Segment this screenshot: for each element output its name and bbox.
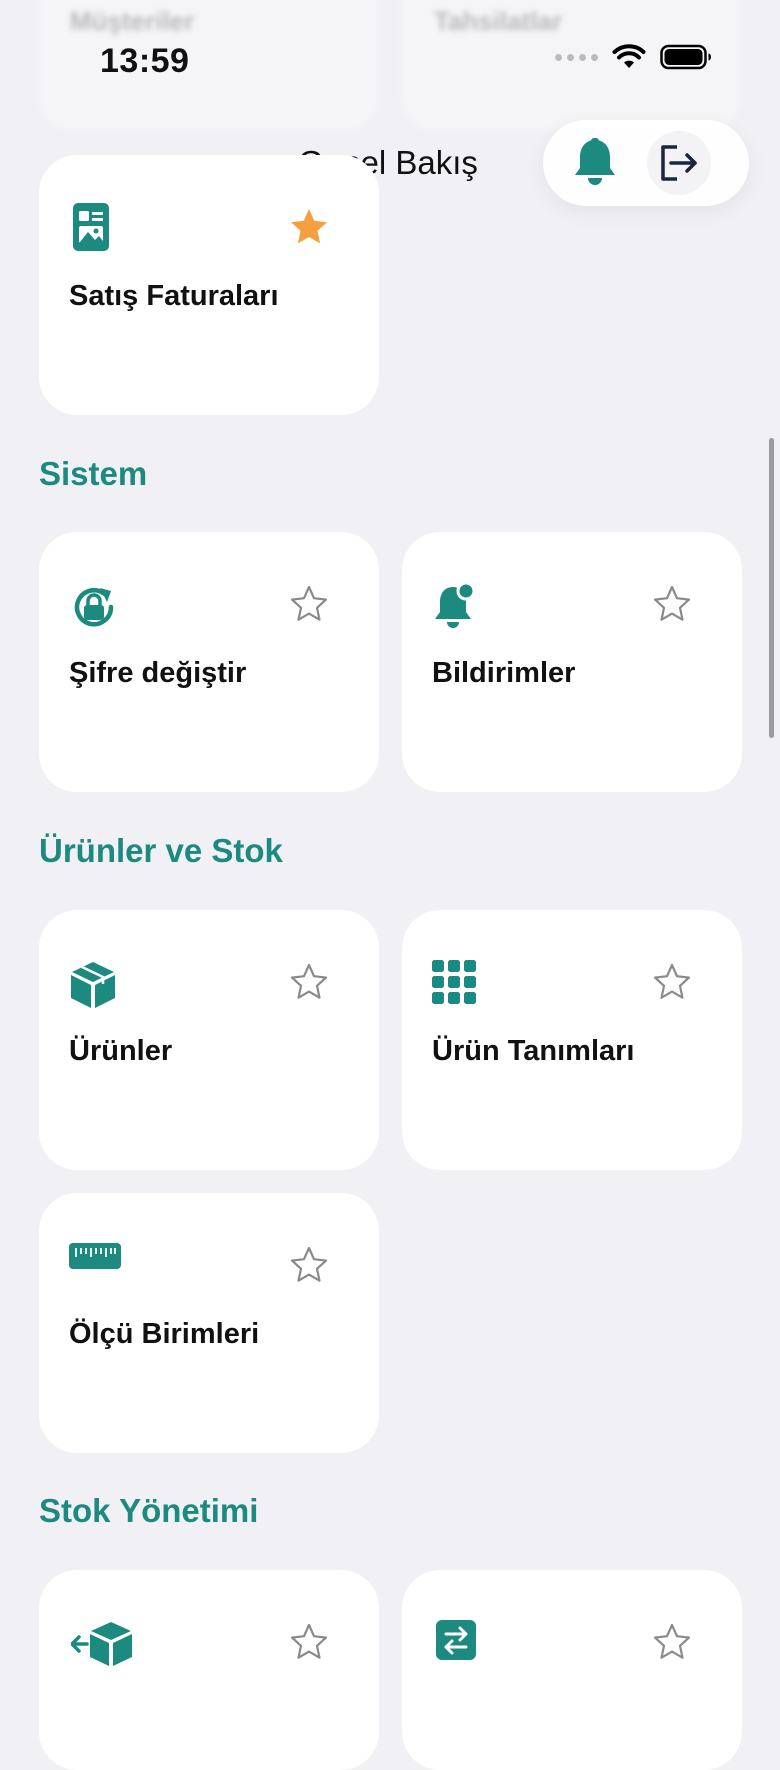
star-outline-icon[interactable]: [652, 1622, 692, 1662]
wifi-icon: [612, 44, 646, 68]
cellular-signal-icon: [555, 53, 598, 61]
transfer-icon: [436, 1620, 476, 1660]
card-label: Bildirimler: [432, 657, 576, 689]
invoice-image-icon: [73, 203, 109, 251]
logout-button[interactable]: [647, 131, 711, 195]
card-product-definitions[interactable]: Ürün Tanımları: [402, 910, 742, 1170]
star-outline-icon[interactable]: [652, 584, 692, 624]
box-return-icon: [71, 1622, 132, 1666]
card-sales-invoices[interactable]: Satış Faturaları: [39, 155, 379, 415]
notifications-button[interactable]: [563, 131, 627, 195]
card-label: Şifre değiştir: [69, 657, 247, 689]
card-units-of-measure[interactable]: Ölçü Birimleri: [39, 1193, 379, 1453]
bell-icon: [575, 138, 615, 185]
card-stock-transfer[interactable]: [402, 1570, 742, 1770]
card-label: Ölçü Birimleri: [69, 1318, 260, 1350]
status-time: 13:59: [100, 42, 190, 80]
card-products[interactable]: Ürünler: [39, 910, 379, 1170]
ghost-card-left: [39, 0, 379, 130]
card-label: Ürünler: [69, 1035, 173, 1067]
ghost-label-customers: Müşteriler: [70, 6, 195, 36]
favorite-star-icon[interactable]: [289, 207, 329, 247]
scrollbar[interactable]: [769, 438, 774, 738]
box-icon: [71, 962, 115, 1008]
status-icons: [555, 44, 712, 70]
logout-icon: [661, 145, 697, 181]
star-outline-icon[interactable]: [289, 584, 329, 624]
ghost-label-collections: Tahsilatlar: [434, 6, 563, 36]
ruler-icon: [69, 1243, 121, 1269]
card-stock-return[interactable]: [39, 1570, 379, 1770]
notification-bell-icon: [435, 582, 476, 628]
section-title-system: Sistem: [39, 455, 148, 492]
section-title-stock-management: Stok Yönetimi: [39, 1492, 259, 1529]
star-outline-icon[interactable]: [289, 962, 329, 1002]
card-label: Ürün Tanımları: [432, 1035, 635, 1067]
star-outline-icon[interactable]: [289, 1622, 329, 1662]
grid-icon: [432, 960, 476, 1004]
card-notifications[interactable]: Bildirimler: [402, 532, 742, 792]
battery-icon: [660, 44, 711, 70]
star-outline-icon[interactable]: [652, 962, 692, 1002]
header-actions: [543, 120, 749, 206]
section-title-products-stock: Ürünler ve Stok: [39, 832, 283, 869]
card-label: Satış Faturaları: [69, 280, 279, 312]
lock-reset-icon: [74, 588, 114, 627]
star-outline-icon[interactable]: [289, 1245, 329, 1285]
card-change-password[interactable]: Şifre değiştir: [39, 532, 379, 792]
